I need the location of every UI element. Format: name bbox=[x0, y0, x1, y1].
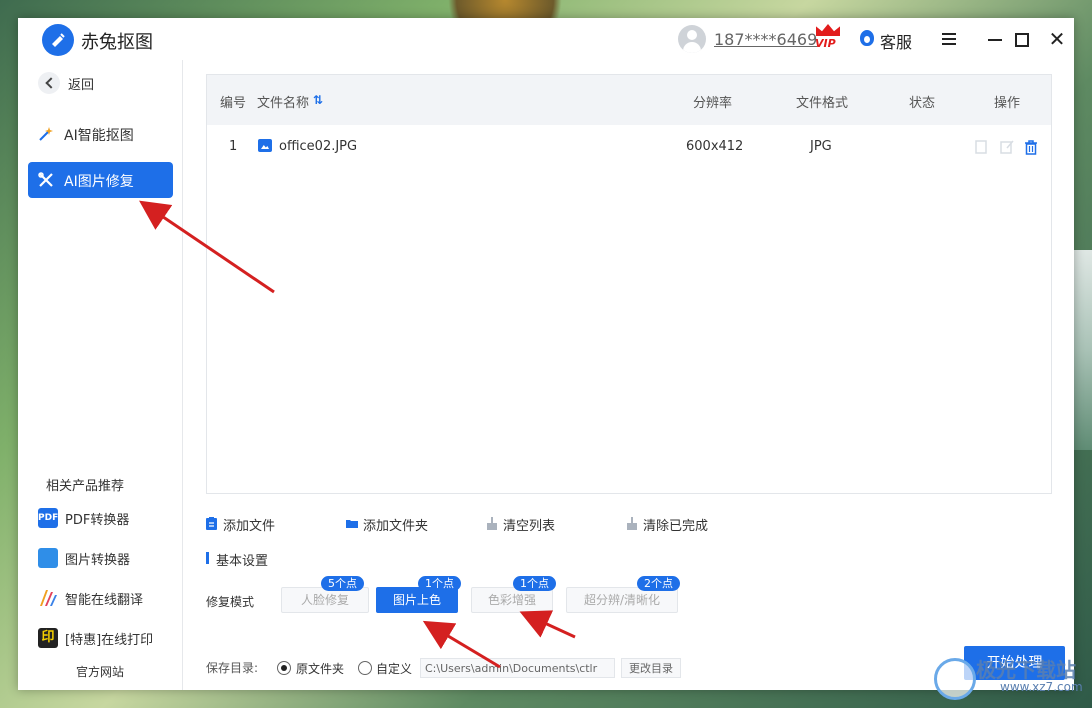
change-dir-button[interactable]: 更改目录 bbox=[621, 658, 681, 678]
app-window: 赤兔抠图 187****6469 VIP 客服 ✕ 返回 AI智能抠图 AI图片… bbox=[18, 18, 1074, 690]
sidebar-item-label: AI图片修复 bbox=[64, 174, 134, 190]
delete-icon[interactable] bbox=[1023, 139, 1039, 155]
sidebar-item-label: AI智能抠图 bbox=[64, 128, 134, 144]
image-converter-icon bbox=[38, 548, 58, 568]
sidebar: 返回 AI智能抠图 AI图片修复 相关产品推荐 PDF PDF转换器 图片转换器… bbox=[18, 60, 183, 690]
broom-icon bbox=[627, 517, 637, 530]
clear-list-label: 清空列表 bbox=[503, 519, 556, 534]
app-logo-icon bbox=[42, 24, 74, 56]
edit-icon[interactable] bbox=[999, 139, 1015, 155]
section-marker bbox=[206, 552, 209, 564]
tools-icon bbox=[38, 172, 53, 187]
open-file-icon[interactable] bbox=[973, 139, 989, 155]
header-status: 状态 bbox=[909, 96, 936, 111]
product-label: 智能在线翻译 bbox=[65, 593, 144, 608]
table-header: 编号 文件名称 ⇅ 分辨率 文件格式 状态 操作 bbox=[207, 75, 1051, 125]
customer-service-icon[interactable] bbox=[860, 30, 874, 46]
customer-service-button[interactable]: 客服 bbox=[880, 29, 912, 53]
minimize-icon[interactable] bbox=[984, 28, 1006, 50]
vip-crown-icon[interactable]: VIP bbox=[815, 24, 841, 54]
cell-format: JPG bbox=[810, 139, 832, 154]
radio-custom-folder[interactable] bbox=[358, 661, 372, 675]
watermark-url: www.xz7.com bbox=[1000, 680, 1083, 694]
points-badge: 1个点 bbox=[418, 576, 461, 591]
product-label: 图片转换器 bbox=[65, 553, 131, 568]
back-label: 返回 bbox=[68, 78, 95, 93]
title-bar: 赤兔抠图 187****6469 VIP 客服 ✕ bbox=[18, 18, 1074, 60]
table-row[interactable]: 1 office02.JPG 600x412 JPG bbox=[207, 125, 1051, 169]
menu-icon[interactable] bbox=[938, 28, 960, 50]
cell-no: 1 bbox=[229, 139, 238, 154]
add-file-label: 添加文件 bbox=[223, 519, 276, 534]
sidebar-item-ai-cutout[interactable]: AI智能抠图 bbox=[28, 116, 173, 152]
clear-done-label: 清除已完成 bbox=[643, 519, 709, 534]
header-format: 文件格式 bbox=[796, 96, 849, 111]
recommend-title: 相关产品推荐 bbox=[46, 479, 125, 494]
print-icon: 印 bbox=[38, 628, 58, 648]
magic-wand-icon bbox=[39, 127, 53, 141]
folder-icon bbox=[346, 520, 358, 528]
points-badge: 5个点 bbox=[321, 576, 364, 591]
sort-icon[interactable]: ⇅ bbox=[313, 93, 323, 107]
add-file-icon bbox=[206, 517, 217, 530]
user-avatar[interactable] bbox=[678, 25, 706, 53]
watermark-text: 极光下载站 bbox=[976, 658, 1076, 682]
save-dir-label: 保存目录: bbox=[206, 661, 259, 675]
close-icon[interactable]: ✕ bbox=[1046, 28, 1068, 50]
header-no: 编号 bbox=[220, 96, 247, 111]
file-table: 编号 文件名称 ⇅ 分辨率 文件格式 状态 操作 1 office02.JPG … bbox=[206, 74, 1052, 494]
cell-resolution: 600x412 bbox=[686, 139, 744, 154]
repair-mode-label: 修复模式 bbox=[206, 595, 255, 609]
app-title: 赤兔抠图 bbox=[81, 32, 153, 53]
product-label: PDF转换器 bbox=[65, 513, 130, 528]
image-file-icon bbox=[258, 139, 272, 152]
header-resolution: 分辨率 bbox=[693, 96, 733, 111]
save-path-field[interactable]: C:\Users\admin\Documents\ctlr bbox=[420, 658, 615, 678]
points-badge: 1个点 bbox=[513, 576, 556, 591]
radio-custom-label[interactable]: 自定义 bbox=[376, 660, 412, 677]
radio-original-label[interactable]: 原文件夹 bbox=[296, 660, 344, 677]
pdf-icon: PDF bbox=[38, 508, 58, 528]
maximize-icon[interactable] bbox=[1010, 28, 1032, 50]
broom-icon bbox=[487, 517, 497, 530]
add-folder-label: 添加文件夹 bbox=[363, 519, 429, 534]
cell-name: office02.JPG bbox=[279, 139, 358, 154]
watermark-logo-icon bbox=[934, 658, 976, 700]
points-badge: 2个点 bbox=[637, 576, 680, 591]
header-action: 操作 bbox=[994, 96, 1021, 111]
header-name: 文件名称 bbox=[257, 96, 310, 111]
basic-settings-label: 基本设置 bbox=[216, 554, 269, 569]
site-watermark: 极光下载站 www.xz7.com bbox=[930, 652, 1090, 700]
user-phone-link[interactable]: 187****6469 bbox=[714, 30, 817, 49]
product-label: [特惠]在线打印 bbox=[65, 633, 154, 648]
radio-original-folder[interactable] bbox=[277, 661, 291, 675]
official-site-link[interactable]: 官方网站 bbox=[76, 663, 124, 680]
sidebar-item-ai-repair[interactable]: AI图片修复 bbox=[28, 162, 173, 198]
translate-icon bbox=[40, 590, 57, 606]
back-arrow-icon bbox=[38, 72, 60, 94]
